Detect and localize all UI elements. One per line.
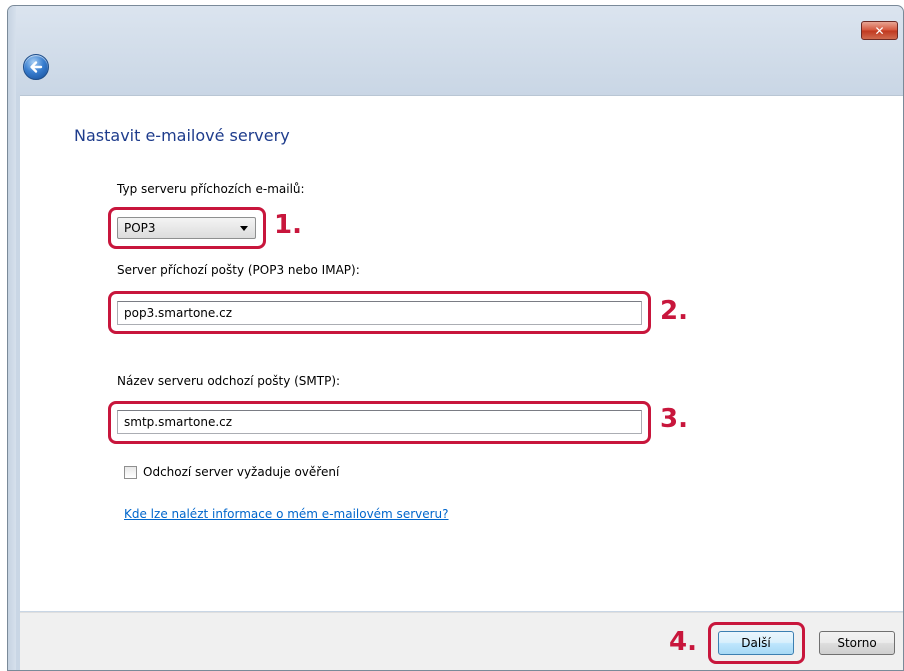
auth-required-checkbox[interactable] <box>124 466 137 479</box>
page-title: Nastavit e-mailové servery <box>74 126 290 145</box>
outgoing-server-label: Název serveru odchozí pošty (SMTP): <box>117 374 341 388</box>
dialog-footer: 4. Další Storno <box>20 612 903 670</box>
incoming-type-label: Typ serveru příchozích e-mailů: <box>117 182 305 196</box>
step-number-3: 3. <box>660 404 688 434</box>
cancel-button[interactable]: Storno <box>819 631 895 655</box>
window-frame <box>8 6 16 670</box>
close-icon: ✕ <box>874 23 885 38</box>
next-button[interactable]: Další <box>718 631 794 655</box>
step-number-2: 2. <box>660 296 688 326</box>
close-button[interactable]: ✕ <box>861 21 898 40</box>
incoming-server-input[interactable]: pop3.smartone.cz <box>117 301 642 325</box>
content-area: Nastavit e-mailové servery Typ serveru p… <box>20 95 903 611</box>
dialog-window: ✕ Nastavit e-mailové servery Typ serveru… <box>7 5 904 671</box>
email-server-help-link[interactable]: Kde lze nalézt informace o mém e-mailové… <box>124 507 449 521</box>
incoming-type-selected: POP3 <box>124 221 156 235</box>
chevron-down-icon <box>240 226 248 231</box>
step-number-4: 4. <box>669 627 697 657</box>
back-button[interactable] <box>23 54 49 80</box>
back-arrow-icon <box>30 61 43 73</box>
outgoing-server-input[interactable]: smtp.smartone.cz <box>117 410 642 434</box>
incoming-server-label: Server příchozí pošty (POP3 nebo IMAP): <box>117 263 360 277</box>
auth-required-label[interactable]: Odchozí server vyžaduje ověření <box>143 465 339 479</box>
incoming-type-select[interactable]: POP3 <box>117 217 256 239</box>
step-number-1: 1. <box>274 210 302 240</box>
